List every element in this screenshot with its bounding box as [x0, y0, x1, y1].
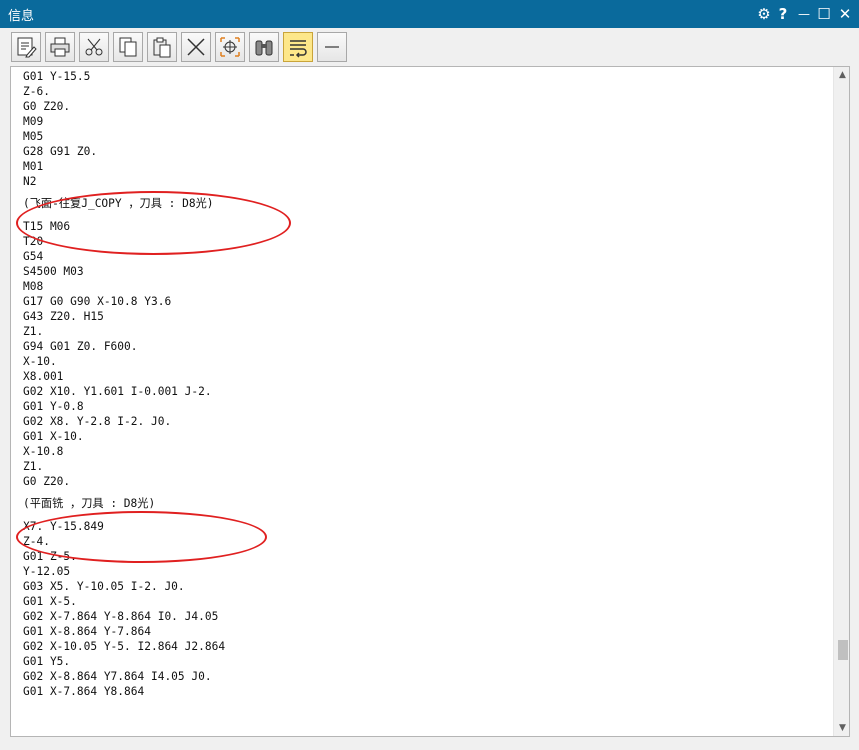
code-line: G01 Y5.	[23, 655, 71, 668]
wrap-text-icon	[290, 40, 307, 58]
clear-icon	[187, 38, 205, 56]
code-line: Z-6.	[23, 85, 50, 98]
code-line: M05	[23, 130, 44, 143]
code-line: M08	[23, 280, 44, 293]
nc-code-listing: G03 X-2. Y-13.15 I0. J-2.G01 Y-15.5Z-6.G…	[23, 67, 226, 699]
cut-icon	[85, 38, 103, 56]
code-line: Z1.	[23, 325, 44, 338]
title-bar: 信息 ⚙ ? — ☐ ✕	[0, 0, 859, 28]
target-button[interactable]	[215, 32, 245, 62]
code-line: G01 Y-15.5	[23, 70, 91, 83]
toolbar	[0, 28, 859, 66]
comment-line: (平面铣 ，刀具 : D8光)	[23, 497, 156, 510]
collapse-button[interactable]	[317, 32, 347, 62]
code-line: X-10.	[23, 355, 57, 368]
code-line: S4500 M03	[23, 265, 84, 278]
code-line: G94 G01 Z0. F600.	[23, 340, 138, 353]
print-icon	[50, 37, 70, 57]
help-icon[interactable]: ?	[774, 4, 792, 24]
code-line: G01 Z-5.	[23, 550, 77, 563]
clear-button[interactable]	[181, 32, 211, 62]
scroll-thumb[interactable]	[838, 640, 848, 660]
code-line: Z-4.	[23, 535, 50, 548]
vertical-scrollbar[interactable]: ▲ ▼	[833, 67, 849, 736]
code-line: G01 X-7.864 Y8.864	[23, 685, 145, 698]
code-line: G02 X-7.864 Y-8.864 I0. J4.05	[23, 610, 219, 623]
maximize-button[interactable]: ☐	[815, 4, 833, 24]
code-line: G01 Y-0.8	[23, 400, 84, 413]
code-line: T20	[23, 235, 44, 248]
find-button[interactable]	[249, 32, 279, 62]
code-line: Z1.	[23, 460, 44, 473]
cut-button[interactable]	[79, 32, 109, 62]
code-line: G03 X5. Y-10.05 I-2. J0.	[23, 580, 185, 593]
code-line: G01 X-10.	[23, 430, 84, 443]
code-line: T15 M06	[23, 220, 71, 233]
copy-button[interactable]	[113, 32, 143, 62]
code-line: G02 X8. Y-2.8 I-2. J0.	[23, 415, 172, 428]
code-line: M09	[23, 115, 44, 128]
code-line: X7. Y-15.849	[23, 520, 104, 533]
save-icon	[17, 37, 37, 58]
find-icon	[255, 40, 273, 56]
paste-button[interactable]	[147, 32, 177, 62]
code-line: X-10.8	[23, 445, 64, 458]
code-line: G28 G91 Z0.	[23, 145, 98, 158]
code-line: G01 X-8.864 Y-7.864	[23, 625, 151, 638]
minimize-button[interactable]: —	[795, 4, 813, 24]
code-line: G01 X-5.	[23, 595, 77, 608]
copy-icon	[119, 37, 137, 57]
code-line: G0 Z20.	[23, 100, 71, 113]
collapse-icon	[325, 46, 339, 48]
scroll-down-arrow-icon[interactable]: ▼	[834, 720, 849, 736]
comment-line: (飞面-往复J_COPY ，刀具 : D8光)	[23, 197, 214, 210]
code-line: G17 G0 G90 X-10.8 Y3.6	[23, 295, 172, 308]
target-icon	[220, 37, 240, 57]
code-line: G54	[23, 250, 44, 263]
window-title: 信息	[8, 9, 35, 24]
code-line: N2	[23, 175, 37, 188]
wrap-text-button[interactable]	[283, 32, 313, 62]
settings-icon[interactable]: ⚙	[755, 4, 773, 24]
print-button[interactable]	[45, 32, 75, 62]
code-line: X8.001	[23, 370, 64, 383]
code-line: G43 Z20. H15	[23, 310, 104, 323]
save-button[interactable]	[11, 32, 41, 62]
code-line: G02 X-10.05 Y-5. I2.864 J2.864	[23, 640, 226, 653]
code-line: M01	[23, 160, 44, 173]
code-line: Y-12.05	[23, 565, 71, 578]
close-button[interactable]: ✕	[836, 4, 854, 24]
code-line: G0 Z20.	[23, 475, 71, 488]
paste-icon	[153, 37, 171, 58]
code-line: G02 X-8.864 Y7.864 I4.05 J0.	[23, 670, 212, 683]
scroll-up-arrow-icon[interactable]: ▲	[834, 67, 849, 83]
code-line: G02 X10. Y1.601 I-0.001 J-2.	[23, 385, 212, 398]
info-text-area[interactable]: G03 X-2. Y-13.15 I0. J-2.G01 Y-15.5Z-6.G…	[10, 66, 850, 737]
